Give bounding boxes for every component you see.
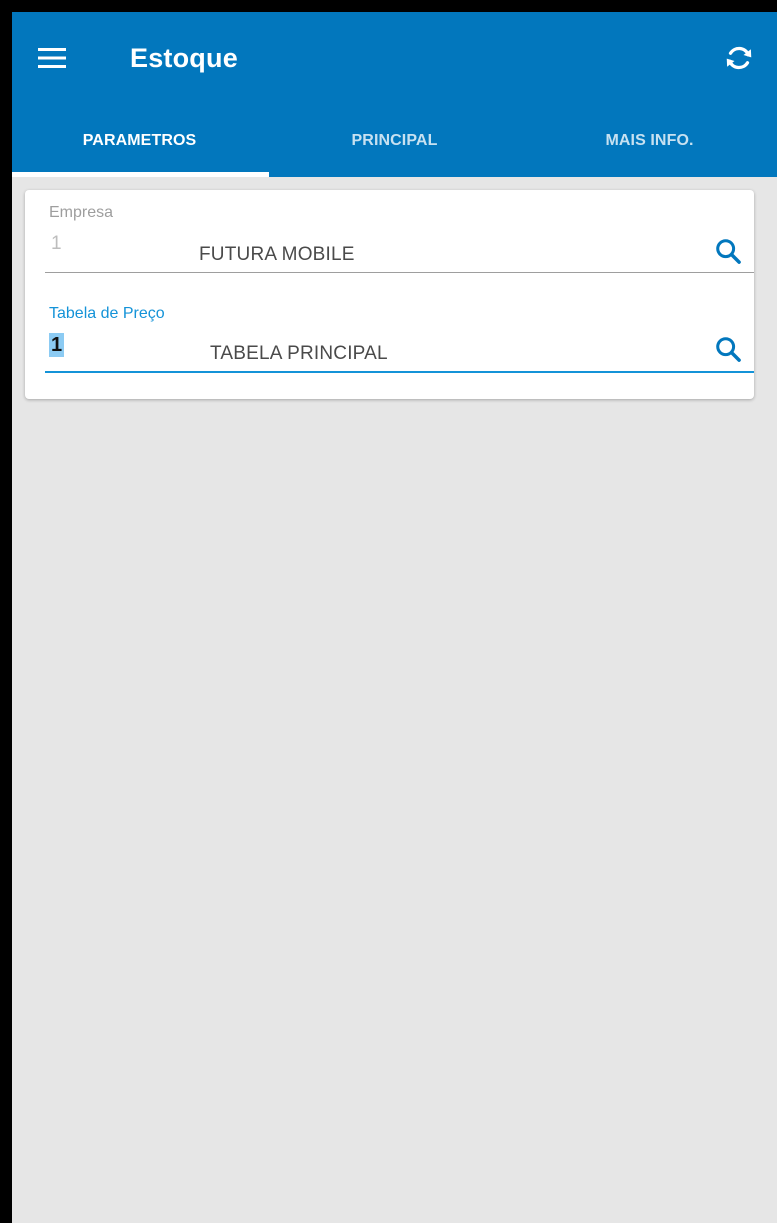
empresa-label: Empresa: [49, 204, 114, 221]
search-icon[interactable]: [711, 234, 745, 268]
hamburger-menu-icon[interactable]: [34, 40, 70, 76]
tab-label: MAIS INFO.: [605, 131, 694, 149]
app-bar: Estoque PARAMETROS PRINCIPAL MAIS INFO.: [12, 12, 777, 177]
tab-parametros[interactable]: PARAMETROS: [12, 104, 269, 177]
tabela-preco-field: Tabela de Preço 1 TABELA PRINCIPAL: [45, 305, 754, 375]
tab-principal[interactable]: PRINCIPAL: [267, 104, 522, 177]
tab-active-indicator: [12, 172, 269, 177]
device-frame: Estoque PARAMETROS PRINCIPAL MAIS INFO. …: [0, 0, 777, 1223]
parameters-card: Empresa 1 FUTURA MOBILE Tabela de Preço …: [25, 190, 754, 399]
empresa-description: FUTURA MOBILE: [199, 244, 355, 265]
empresa-field: Empresa 1 FUTURA MOBILE: [45, 204, 754, 274]
page-title: Estoque: [130, 43, 238, 73]
tab-bar: PARAMETROS PRINCIPAL MAIS INFO.: [12, 104, 777, 177]
search-icon[interactable]: [711, 332, 745, 366]
tab-label: PARAMETROS: [82, 131, 197, 149]
app-screen: Estoque PARAMETROS PRINCIPAL MAIS INFO. …: [12, 12, 777, 1223]
empresa-code-input[interactable]: 1: [51, 233, 62, 255]
tab-mais-info[interactable]: MAIS INFO.: [522, 104, 777, 177]
tab-label: PRINCIPAL: [351, 131, 438, 149]
tabela-preco-underline: [45, 371, 754, 373]
tabela-preco-label: Tabela de Preço: [49, 305, 165, 322]
sync-icon[interactable]: [720, 39, 758, 77]
tabela-preco-description: TABELA PRINCIPAL: [210, 343, 388, 364]
tabela-preco-code-input[interactable]: 1: [49, 333, 65, 357]
toolbar: Estoque: [12, 12, 777, 104]
empresa-underline: [45, 272, 754, 273]
